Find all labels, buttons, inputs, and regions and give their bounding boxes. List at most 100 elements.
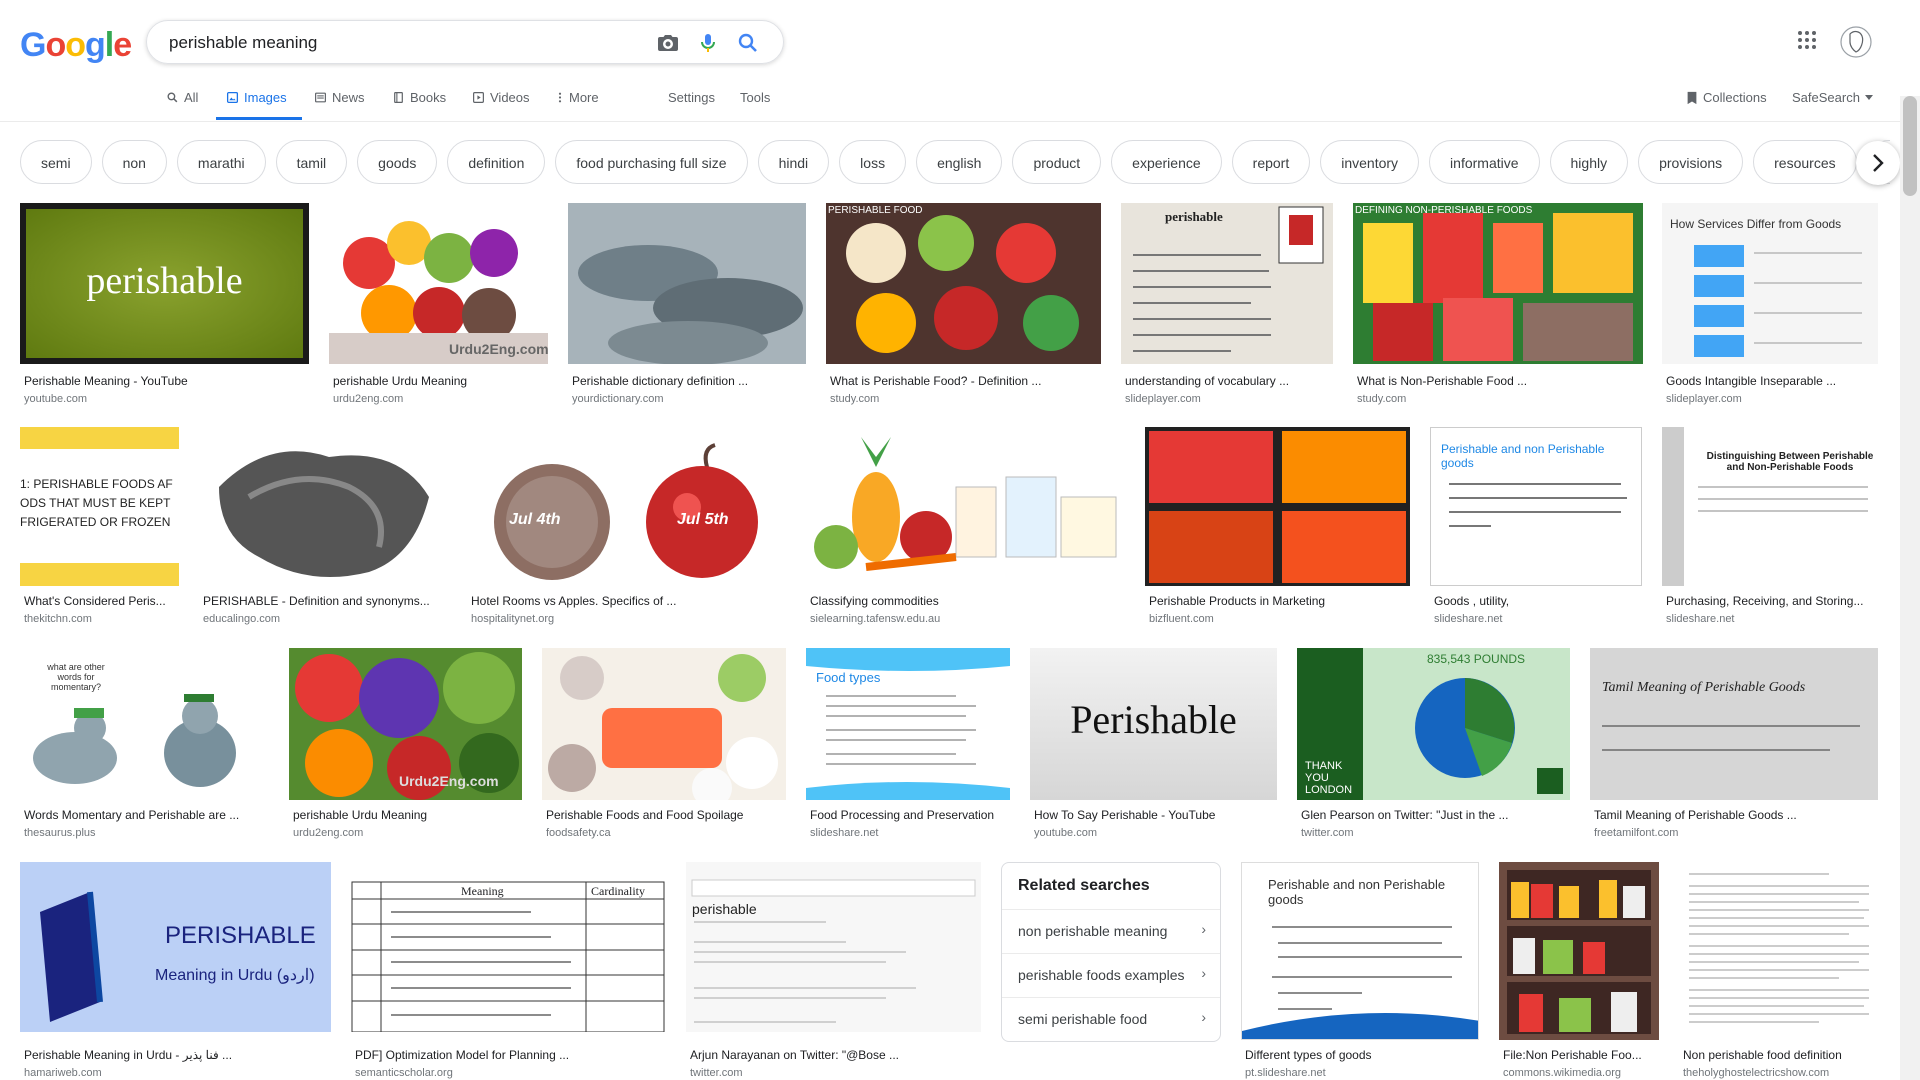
result-thumbnail[interactable]: Jul 4th Jul 5th	[467, 427, 786, 586]
result-caption[interactable]: Goods Intangible Inseparable ...	[1666, 374, 1878, 388]
result-source[interactable]: foodsafety.ca	[546, 827, 611, 839]
result-thumbnail[interactable]: Perishable	[1030, 648, 1277, 800]
result-caption[interactable]: Perishable Foods and Food Spoilage	[546, 808, 786, 822]
result-thumbnail[interactable]	[568, 203, 806, 364]
result-caption[interactable]: Perishable Meaning - YouTube	[24, 374, 309, 388]
safesearch-dropdown[interactable]: SafeSearch	[1792, 90, 1873, 105]
chip-marathi[interactable]: marathi	[176, 140, 266, 184]
result-caption[interactable]: Hotel Rooms vs Apples. Specifics of ...	[471, 594, 786, 608]
related-search-item[interactable]: semi perishable food ›	[1002, 997, 1220, 1042]
result-source[interactable]: twitter.com	[690, 1067, 743, 1079]
chip-hindi[interactable]: hindi	[757, 140, 830, 184]
result-thumbnail[interactable]: PERISHABLE Meaning in Urdu (اردو)	[20, 862, 331, 1032]
result-source[interactable]: slideshare.net	[1434, 613, 1503, 625]
result-caption[interactable]: Arjun Narayanan on Twitter: "@Bose ...	[690, 1048, 981, 1062]
result-source[interactable]: commons.wikimedia.org	[1503, 1067, 1621, 1079]
result-source[interactable]: freetamilfont.com	[1594, 827, 1678, 839]
result-thumbnail[interactable]: perishable	[686, 862, 981, 1032]
result-thumbnail[interactable]: Perishable and non Perishable goods	[1430, 427, 1642, 586]
result-source[interactable]: slideshare.net	[1666, 613, 1735, 625]
result-thumbnail[interactable]	[1145, 427, 1410, 586]
result-source[interactable]: bizfluent.com	[1149, 613, 1214, 625]
result-source[interactable]: youtube.com	[1034, 827, 1097, 839]
result-thumbnail[interactable]: Distinguishing Between Perishable and No…	[1662, 427, 1878, 586]
apps-icon[interactable]	[1795, 28, 1819, 57]
result-source[interactable]: pt.slideshare.net	[1245, 1067, 1326, 1079]
result-thumbnail[interactable]: PERISHABLE FOOD	[826, 203, 1101, 364]
chip-non[interactable]: non	[101, 140, 167, 184]
result-source[interactable]: yourdictionary.com	[572, 393, 664, 405]
result-thumbnail[interactable]: Food types	[806, 648, 1010, 800]
result-caption[interactable]: perishable Urdu Meaning	[293, 808, 522, 822]
tab-all[interactable]: All	[166, 90, 198, 105]
google-logo[interactable]: Google	[20, 26, 132, 65]
result-caption[interactable]: What is Non-Perishable Food ...	[1357, 374, 1643, 388]
result-thumbnail[interactable]	[806, 427, 1125, 586]
tab-videos[interactable]: Videos	[472, 90, 530, 105]
chip-loss[interactable]: loss	[839, 140, 907, 184]
search-icon[interactable]	[736, 31, 760, 55]
result-caption[interactable]: perishable Urdu Meaning	[333, 374, 548, 388]
tab-tools[interactable]: Tools	[740, 90, 770, 105]
chip-tamil[interactable]: tamil	[275, 140, 348, 184]
result-source[interactable]: educalingo.com	[203, 613, 280, 625]
search-input[interactable]	[167, 30, 611, 56]
result-caption[interactable]: Perishable Meaning in Urdu - فنا پذیر ..…	[24, 1048, 331, 1062]
result-thumbnail[interactable]: Urdu2Eng.com	[329, 203, 548, 364]
result-thumbnail[interactable]	[542, 648, 786, 800]
chip-product[interactable]: product	[1012, 140, 1102, 184]
scrollbar-thumb[interactable]	[1903, 96, 1917, 196]
result-source[interactable]: hamariweb.com	[24, 1067, 102, 1079]
chip-food-purchasing-full-size[interactable]: food purchasing full size	[555, 140, 748, 184]
tab-books[interactable]: Books	[392, 90, 446, 105]
chips-next-button[interactable]	[1856, 141, 1900, 185]
related-search-item[interactable]: non perishable meaning ›	[1002, 909, 1220, 954]
chip-semi[interactable]: semi	[20, 140, 92, 184]
result-source[interactable]: study.com	[1357, 393, 1406, 405]
result-source[interactable]: sielearning.tafensw.edu.au	[810, 613, 940, 625]
result-thumbnail[interactable]	[1679, 862, 1878, 1040]
result-thumbnail[interactable]: Perishable and non Perishable goods	[1241, 862, 1479, 1040]
tab-news[interactable]: News	[314, 90, 365, 105]
chip-informative[interactable]: informative	[1429, 140, 1540, 184]
chip-resources[interactable]: resources	[1753, 140, 1857, 184]
result-caption[interactable]: File:Non Perishable Foo...	[1503, 1048, 1659, 1062]
collections-link[interactable]: Collections	[1686, 90, 1767, 105]
chip-definition[interactable]: definition	[447, 140, 546, 184]
chip-inventory[interactable]: inventory	[1320, 140, 1420, 184]
result-thumbnail[interactable]: DEFINING NON-PERISHABLE FOODS	[1353, 203, 1643, 364]
result-caption[interactable]: Food Processing and Preservation	[810, 808, 1010, 822]
chip-english[interactable]: english	[916, 140, 1003, 184]
chip-provisions[interactable]: provisions	[1638, 140, 1744, 184]
result-thumbnail[interactable]: Urdu2Eng.com	[289, 648, 522, 800]
result-caption[interactable]: Glen Pearson on Twitter: "Just in the ..…	[1301, 808, 1570, 822]
result-thumbnail[interactable]: Meaning Cardinality	[351, 862, 666, 1032]
result-source[interactable]: thesaurus.plus	[24, 827, 96, 839]
result-caption[interactable]: understanding of vocabulary ...	[1125, 374, 1333, 388]
result-source[interactable]: hospitalitynet.org	[471, 613, 554, 625]
chip-highly[interactable]: highly	[1549, 140, 1629, 184]
result-thumbnail[interactable]	[1499, 862, 1659, 1040]
result-caption[interactable]: Goods , utility,	[1434, 594, 1642, 608]
result-source[interactable]: urdu2eng.com	[333, 393, 403, 405]
result-thumbnail[interactable]: perishable	[20, 203, 309, 364]
result-thumbnail[interactable]: 1: PERISHABLE FOODS AF ODS THAT MUST BE …	[20, 427, 179, 586]
result-caption[interactable]: What is Perishable Food? - Definition ..…	[830, 374, 1101, 388]
result-source[interactable]: semanticscholar.org	[355, 1067, 453, 1079]
result-source[interactable]: twitter.com	[1301, 827, 1354, 839]
result-caption[interactable]: PDF] Optimization Model for Planning ...	[355, 1048, 666, 1062]
avatar[interactable]	[1840, 24, 1872, 65]
result-caption[interactable]: PERISHABLE - Definition and synonyms...	[203, 594, 447, 608]
microphone-icon[interactable]	[696, 31, 720, 55]
result-thumbnail[interactable]: 835,543 POUNDS THANK YOU LONDON	[1297, 648, 1570, 800]
result-caption[interactable]: Perishable dictionary definition ...	[572, 374, 806, 388]
result-source[interactable]: slideshare.net	[810, 827, 879, 839]
result-source[interactable]: urdu2eng.com	[293, 827, 363, 839]
tab-settings[interactable]: Settings	[668, 90, 715, 105]
result-caption[interactable]: Purchasing, Receiving, and Storing...	[1666, 594, 1878, 608]
result-thumbnail[interactable]: perishable	[1121, 203, 1333, 364]
chip-goods[interactable]: goods	[357, 140, 438, 184]
result-caption[interactable]: Classifying commodities	[810, 594, 1125, 608]
result-source[interactable]: theholyghostelectricshow.com	[1683, 1067, 1829, 1079]
chip-report[interactable]: report	[1231, 140, 1311, 184]
